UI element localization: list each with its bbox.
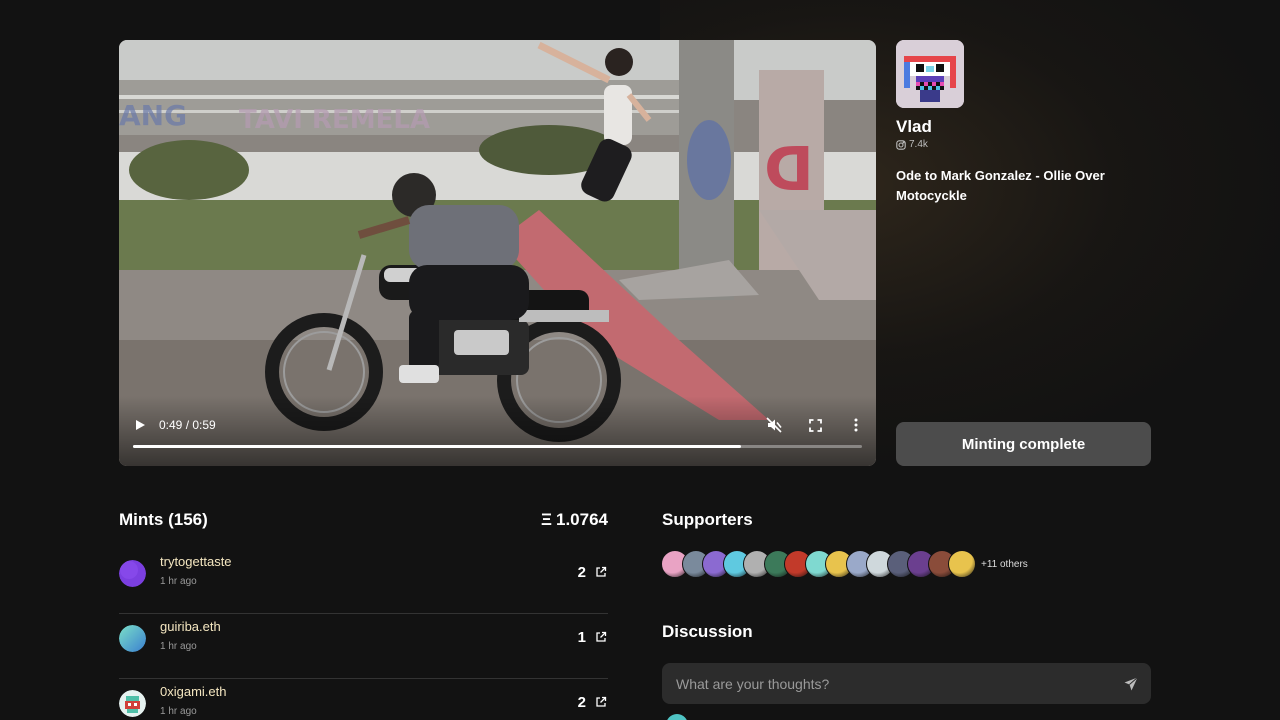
external-link-icon[interactable]	[595, 566, 607, 578]
video-time: 0:49 / 0:59	[159, 418, 216, 432]
avatar[interactable]	[119, 625, 146, 652]
video-progress-bar[interactable]	[133, 445, 862, 448]
mint-count: 1	[577, 629, 586, 646]
kebab-menu-icon	[854, 418, 858, 432]
external-link-icon[interactable]	[595, 631, 607, 643]
eth-symbol-icon: Ξ	[541, 510, 552, 529]
svg-text:TAVI REMELA: TAVI REMELA	[239, 105, 430, 135]
supporters-title: Supporters	[662, 510, 753, 529]
avatar[interactable]	[119, 690, 146, 717]
minting-complete-button[interactable]: Minting complete	[896, 422, 1151, 466]
mute-button[interactable]	[763, 414, 785, 436]
list-item[interactable]: guiriba.eth 1 hr ago 1	[119, 614, 608, 679]
mints-title: Mints (156)	[119, 510, 208, 529]
list-item[interactable]: 0xigami.eth 1 hr ago 2	[119, 679, 608, 720]
comment-box	[662, 663, 1151, 704]
avatar[interactable]	[666, 714, 688, 720]
followers-count: 7.4k	[909, 139, 928, 150]
send-icon[interactable]	[1123, 676, 1139, 692]
artist-avatar[interactable]	[896, 40, 964, 108]
discussion-title: Discussion	[662, 622, 753, 641]
fullscreen-button[interactable]	[804, 414, 826, 436]
svg-text:ANG: ANG	[119, 99, 187, 132]
artwork-title: Ode to Mark Gonzalez - Ollie Over Motocy…	[896, 168, 1105, 203]
fullscreen-icon	[808, 418, 822, 432]
play-icon	[136, 420, 145, 430]
mint-time: 1 hr ago	[160, 641, 197, 652]
supporter-avatar[interactable]	[948, 550, 976, 578]
muted-speaker-icon	[766, 417, 782, 433]
pixel-art-avatar	[896, 40, 964, 108]
external-link-icon[interactable]	[595, 696, 607, 708]
supporters-others-count[interactable]: +11 others	[981, 559, 1028, 570]
mints-total-value: 1.0764	[556, 510, 608, 529]
list-item[interactable]: trytogettaste 1 hr ago 2	[119, 549, 608, 614]
mint-count: 2	[577, 694, 586, 711]
page: ANG TAVI REMELA ᗡ 0:49 / 0:59 Vlad 7.4k …	[0, 0, 1280, 720]
instagram-icon	[896, 139, 906, 150]
mint-username[interactable]: trytogettaste	[160, 554, 232, 569]
mint-time: 1 hr ago	[160, 706, 197, 717]
artist-name[interactable]: Vlad	[896, 117, 932, 137]
play-button[interactable]	[129, 414, 151, 436]
artist-followers: 7.4k	[896, 139, 928, 150]
video-player[interactable]: ANG TAVI REMELA ᗡ 0:49 / 0:59	[119, 40, 876, 466]
svg-text:ᗡ: ᗡ	[764, 135, 814, 205]
mint-username[interactable]: guiriba.eth	[160, 619, 221, 634]
comment-input[interactable]	[662, 663, 1102, 704]
video-progress-fill	[133, 445, 741, 448]
mint-time: 1 hr ago	[160, 576, 197, 587]
mint-count: 2	[577, 564, 586, 581]
mints-total: Ξ 1.0764	[541, 510, 608, 530]
supporters-avatar-stack[interactable]	[661, 550, 981, 579]
more-options-button[interactable]	[845, 414, 867, 436]
mint-username[interactable]: 0xigami.eth	[160, 684, 226, 699]
avatar[interactable]	[119, 560, 146, 587]
